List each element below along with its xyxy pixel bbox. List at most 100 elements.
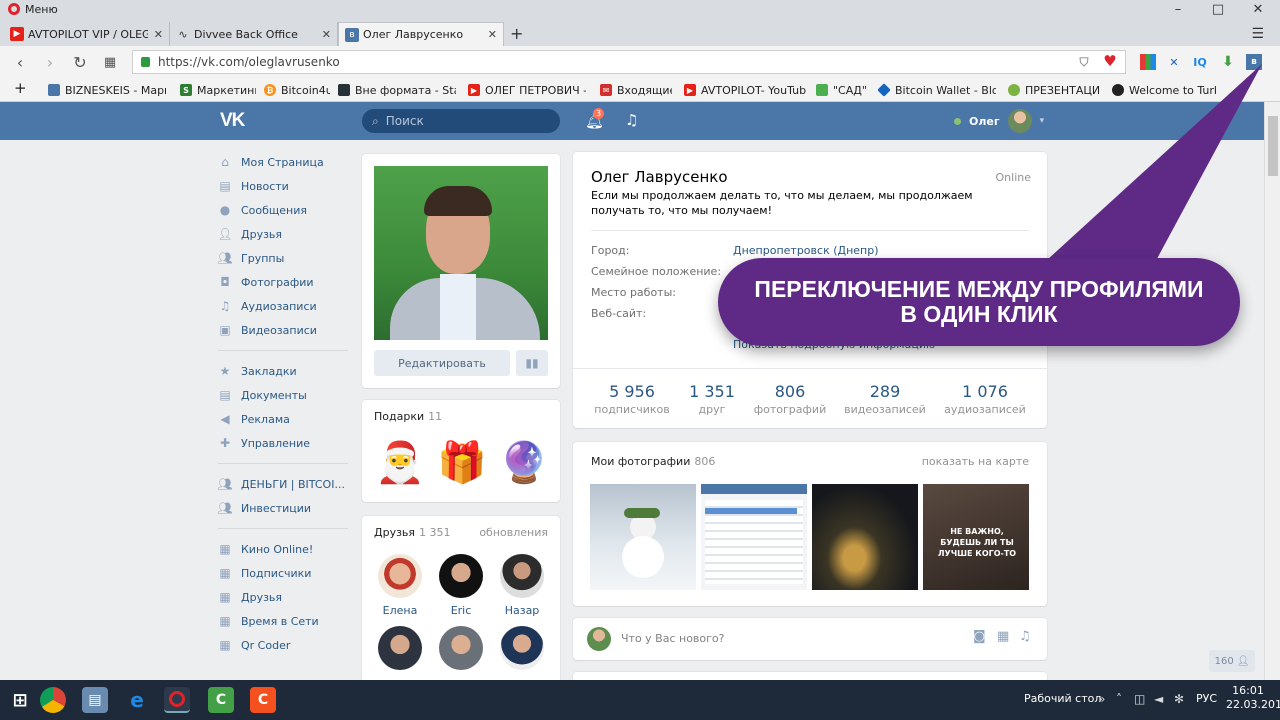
language-indicator[interactable]: РУС (1196, 692, 1217, 705)
friend-avatar[interactable] (372, 626, 428, 670)
photo-thumb-night-city[interactable] (812, 484, 918, 590)
security-icon[interactable]: ✻ (1174, 692, 1184, 706)
bookmark-turbo[interactable]: Welcome to Turbo (1112, 82, 1216, 98)
reload-icon[interactable]: ↻ (68, 50, 92, 74)
bookmark-avtopilot-youtube[interactable]: ▶ AVTOPILOT- YouTube (684, 82, 806, 98)
bookmark-presentation[interactable]: ПРЕЗЕНТАЦИЯ (1008, 82, 1100, 98)
friend-avatar[interactable] (494, 626, 550, 670)
page-scrollbar[interactable] (1264, 102, 1280, 680)
volume-icon[interactable]: ◄ (1154, 692, 1163, 706)
profile-photo[interactable] (374, 166, 548, 340)
tab-close-icon[interactable]: ✕ (154, 28, 163, 41)
shield-icon[interactable]: ⛉ (1076, 54, 1092, 70)
forward-icon[interactable]: › (38, 50, 62, 74)
music-note-icon[interactable]: ♫ (625, 111, 638, 129)
photo-thumb-snowman[interactable] (590, 484, 696, 590)
menu-item-messages[interactable]: ● Сообщения (218, 200, 307, 220)
scroll-top-button[interactable]: 160 👤︎ (1209, 650, 1255, 672)
tab-avtopilot[interactable]: ▶ AVTOPILOT VIP / OLEG PE ✕ (4, 22, 170, 46)
scrollbar-thumb[interactable] (1268, 116, 1278, 176)
add-bookmark-button[interactable]: + (14, 80, 27, 96)
windows-start-icon[interactable]: ⊞ (0, 680, 40, 720)
download-icon[interactable]: ⬇ (1220, 54, 1236, 70)
bookmark-bitcoin4u[interactable]: ₿ Bitcoin4u (264, 82, 330, 98)
user-menu[interactable]: Олег ▾ (954, 109, 1044, 133)
tab-divvee[interactable]: ∿ Divvee Back Office ✕ (170, 22, 338, 46)
menu-item-qr-coder[interactable]: ▦ Qr Coder (218, 635, 290, 655)
extension-colors-icon[interactable] (1140, 54, 1156, 70)
friend-avatar[interactable] (433, 626, 489, 670)
bookmark-vne-formata[interactable]: Вне формата - Statis (338, 82, 456, 98)
menu-item-friends[interactable]: 👤︎ Друзья (217, 224, 282, 244)
photos-title[interactable]: Мои фотографии 806 (591, 455, 715, 468)
opera-menu-button[interactable]: Меню (8, 2, 58, 16)
edge-icon[interactable]: e (124, 687, 150, 713)
tab-close-icon[interactable]: ✕ (488, 28, 497, 41)
friend-eric[interactable]: Eric (433, 554, 489, 617)
speed-dial-icon[interactable]: ▦ (98, 50, 122, 74)
tab-menu-icon[interactable]: ☰ (1251, 26, 1264, 42)
network-icon[interactable]: ◫ (1134, 692, 1145, 706)
show-on-map-link[interactable]: показать на карте (922, 455, 1029, 468)
close-window-button[interactable]: ✕ (1238, 0, 1278, 18)
heart-icon[interactable]: ♥ (1102, 52, 1118, 70)
film-icon[interactable]: ▦ (997, 629, 1009, 644)
counter-photos[interactable]: 806 фотографий (740, 382, 840, 416)
address-field[interactable]: https://vk.com/oleglavrusenko (132, 50, 1126, 74)
minimize-button[interactable]: – (1158, 0, 1198, 18)
edit-profile-button[interactable]: Редактировать (374, 350, 510, 376)
music-note-icon[interactable]: ♫ (1019, 629, 1031, 644)
bookmark-oleg-petrovich[interactable]: ▶ОЛЕГ ПЕТРОВИЧ - Y (468, 82, 586, 98)
extension-x-icon[interactable]: ✕ (1166, 54, 1182, 70)
menu-item-manage[interactable]: ✚ Управление (218, 433, 310, 453)
menu-item-investments[interactable]: 👥︎ Инвестиции (217, 498, 311, 518)
friend-nazar[interactable]: Назар (494, 554, 550, 617)
menu-item-groups[interactable]: 👥︎ Группы (217, 248, 284, 268)
menu-item-my-page[interactable]: ⌂ Моя Страница (218, 152, 324, 172)
menu-item-documents[interactable]: ▤ Документы (218, 385, 307, 405)
camera-icon[interactable]: ◙ (973, 629, 986, 644)
counter-videos[interactable]: 289 видеозаписей (835, 382, 935, 416)
gift-snowglobe-icon[interactable]: 🔮 (496, 434, 552, 490)
bookmark-inbox[interactable]: ✉ Входящие (600, 82, 672, 98)
new-tab-button[interactable]: + (510, 24, 523, 43)
chrome-icon[interactable] (40, 687, 66, 713)
bookmark-bizneskeis[interactable]: BIZNESKEIS - Маркет (48, 82, 166, 98)
chevron-up-icon[interactable]: ˄ (1116, 692, 1122, 706)
gifts-title[interactable]: Подарки 11 (374, 410, 442, 423)
new-post-card[interactable]: Что у Вас нового? ◙ ▦ ♫ (573, 618, 1047, 660)
menu-item-time-online[interactable]: ▦ Время в Сети (218, 611, 318, 631)
menu-item-subscribers[interactable]: ▦ Подписчики (218, 563, 311, 583)
menu-item-video[interactable]: ▣ Видеозаписи (218, 320, 317, 340)
gift-santa-bag-icon[interactable]: 🎁 (434, 434, 490, 490)
maximize-button[interactable]: □ (1198, 0, 1238, 18)
gift-santa-icon[interactable]: 🎅 (372, 434, 428, 490)
profile-quote[interactable]: Если мы продолжаем делать то, что мы дел… (591, 188, 1011, 218)
app-c-orange-icon[interactable]: C (250, 687, 276, 713)
stats-bars-icon[interactable]: ▮▮ (516, 350, 548, 376)
menu-item-money-bitcoin[interactable]: 👥︎ ДЕНЬГИ | BITCOI... (217, 474, 345, 494)
vk-profile-switcher-icon[interactable]: в (1246, 54, 1262, 70)
bookmark-bitcoin-wallet[interactable]: Bitcoin Wallet - Block (878, 82, 996, 98)
app-icon[interactable]: ▤ (82, 687, 108, 713)
vk-logo[interactable]: VK (220, 110, 245, 132)
friends-title[interactable]: Друзья 1 351 (374, 526, 451, 539)
photo-thumb-screenshot[interactable] (701, 484, 807, 590)
friends-updates-link[interactable]: обновления (479, 526, 548, 539)
app-c-green-icon[interactable]: C (208, 687, 234, 713)
chevron-double-icon[interactable]: » (1098, 692, 1105, 706)
bookmark-sad[interactable]: "САД" (816, 82, 866, 98)
friend-elena[interactable]: Елена (372, 554, 428, 617)
menu-item-friends-app[interactable]: ▦ Друзья (218, 587, 282, 607)
back-icon[interactable]: ‹ (8, 50, 32, 74)
photo-thumb-poster[interactable]: НЕ ВАЖНО, БУДЕШЬ ЛИ ТЫ ЛУЧШЕ КОГО-ТО (923, 484, 1029, 590)
search-input[interactable]: ⌕ Поиск (362, 109, 560, 133)
desktop-toolbar-label[interactable]: Рабочий стол (1024, 692, 1101, 705)
tab-vk-profile[interactable]: в Олег Лаврусенко ✕ (338, 22, 504, 46)
menu-item-audio[interactable]: ♫ Аудиозаписи (218, 296, 317, 316)
tab-close-icon[interactable]: ✕ (322, 28, 331, 41)
clock[interactable]: 16:01 22.03.2017 (1226, 684, 1280, 712)
info-value-city[interactable]: Днепропетровск (Днепр) (733, 244, 879, 257)
bookmark-marketing[interactable]: S Маркетинг (180, 82, 256, 98)
menu-item-bookmarks[interactable]: ★ Закладки (218, 361, 297, 381)
